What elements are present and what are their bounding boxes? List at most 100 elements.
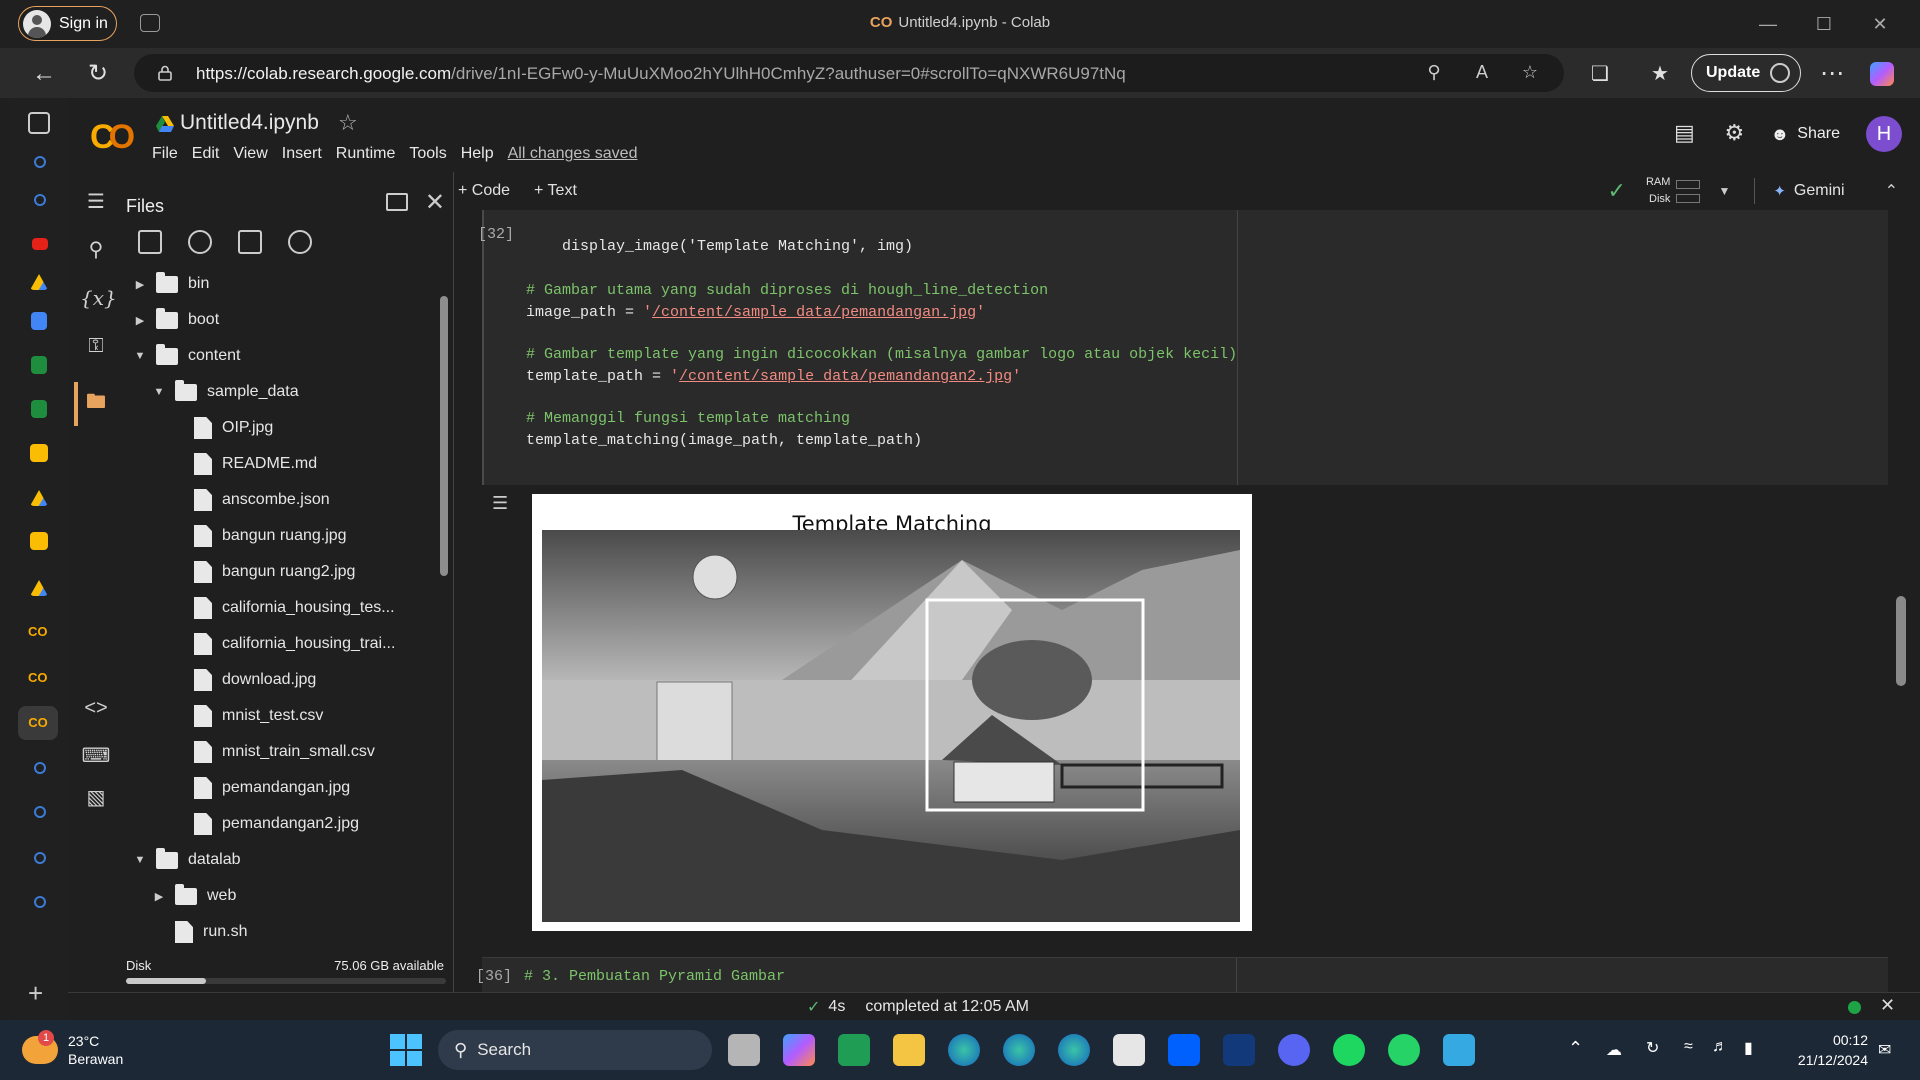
edge-dev-icon[interactable]: [1058, 1034, 1090, 1066]
file-row[interactable]: california_housing_tes...: [124, 590, 434, 626]
notebook-scrollbar[interactable]: [1896, 596, 1906, 686]
mount-drive-icon[interactable]: [238, 230, 262, 254]
open-in-tab-icon[interactable]: [386, 193, 408, 211]
account-avatar[interactable]: H: [1866, 116, 1902, 152]
secrets-key-icon[interactable]: ⚿: [80, 330, 112, 362]
upload-file-icon[interactable]: [138, 230, 162, 254]
colab-active-tab-icon[interactable]: CO: [18, 706, 58, 740]
whatsapp-icon[interactable]: [1388, 1034, 1420, 1066]
menu-help[interactable]: Help: [461, 145, 494, 163]
read-aloud-icon[interactable]: A: [1470, 62, 1494, 86]
code-editor[interactable]: [32] display_image('Template Matching', …: [478, 210, 1238, 485]
task-view-icon[interactable]: [728, 1034, 760, 1066]
share-button[interactable]: ☻ Share: [1770, 124, 1840, 145]
menu-tools[interactable]: Tools: [409, 145, 446, 163]
notification-bell-icon[interactable]: ✉: [1878, 1040, 1891, 1060]
colab-tab-icon[interactable]: CO: [28, 624, 50, 646]
caret-right-icon[interactable]: ▶: [134, 314, 146, 327]
app-icon[interactable]: [1223, 1034, 1255, 1066]
close-panel-icon[interactable]: ✕: [425, 188, 445, 217]
folder-row[interactable]: ▶ bin: [124, 266, 434, 302]
docs-tab-icon[interactable]: [31, 312, 47, 330]
folder-row[interactable]: ▶ web: [124, 878, 434, 914]
search-tab-icon[interactable]: [34, 156, 46, 168]
weather-widget[interactable]: 23°C Berawan: [22, 1030, 123, 1068]
dropbox-icon[interactable]: [1168, 1034, 1200, 1066]
close-window-button[interactable]: ✕: [1857, 10, 1903, 38]
zoom-out-icon[interactable]: ⚲: [1422, 62, 1446, 86]
copilot-icon[interactable]: [1870, 62, 1894, 86]
taskbar-clock[interactable]: 00:12 21/12/2024: [1798, 1030, 1868, 1070]
address-bar[interactable]: https://colab.research.google.com/drive/…: [134, 54, 1564, 92]
file-row[interactable]: mnist_train_small.csv: [124, 734, 434, 770]
refresh-icon[interactable]: [188, 230, 212, 254]
drive-tab-icon[interactable]: [30, 490, 48, 506]
copilot-app-icon[interactable]: [783, 1034, 815, 1066]
edge-beta-icon[interactable]: [1003, 1034, 1035, 1066]
code-snippets-icon[interactable]: <>: [80, 692, 112, 724]
folder-row[interactable]: ▼ datalab: [124, 842, 434, 878]
sheets-tab-icon[interactable]: [31, 356, 47, 374]
file-row[interactable]: download.jpg: [124, 662, 434, 698]
search-tab-icon[interactable]: [34, 762, 46, 774]
folder-row[interactable]: ▼ content: [124, 338, 434, 374]
game-app-icon[interactable]: [838, 1034, 870, 1066]
colab-tab-icon[interactable]: CO: [28, 670, 50, 692]
star-icon[interactable]: ☆: [338, 110, 358, 136]
caret-down-icon[interactable]: ▼: [134, 350, 146, 362]
youtube-tab-icon[interactable]: [32, 238, 48, 250]
discord-icon[interactable]: [1278, 1034, 1310, 1066]
file-row[interactable]: california_housing_trai...: [124, 626, 434, 662]
slides-tab-icon[interactable]: [30, 532, 48, 550]
menu-view[interactable]: View: [233, 145, 267, 163]
file-row[interactable]: run.sh: [124, 914, 434, 950]
url-text[interactable]: https://colab.research.google.com/drive/…: [196, 64, 1126, 84]
back-button[interactable]: ←: [28, 58, 60, 90]
collapse-chevron-icon[interactable]: ⌃: [1885, 181, 1898, 201]
caret-down-icon[interactable]: ▼: [134, 854, 146, 866]
file-row[interactable]: OIP.jpg: [124, 410, 434, 446]
output-actions-icon[interactable]: ☰: [492, 493, 518, 513]
notebook-title[interactable]: Untitled4.ipynb: [180, 111, 319, 135]
hide-files-icon[interactable]: [288, 230, 312, 254]
code-cell[interactable]: [36] # 3. Pembuatan Pyramid Gambar: [476, 957, 1888, 993]
menu-edit[interactable]: Edit: [192, 145, 220, 163]
search-icon[interactable]: ⚲: [80, 234, 112, 266]
comments-icon[interactable]: ▤: [1670, 120, 1698, 148]
variables-icon[interactable]: {x}: [80, 282, 117, 314]
files-folder-icon[interactable]: 🖿: [80, 386, 112, 418]
menu-insert[interactable]: Insert: [282, 145, 322, 163]
file-row[interactable]: anscombe.json: [124, 482, 434, 518]
runtime-dropdown-icon[interactable]: ▼: [1718, 184, 1730, 198]
folder-row[interactable]: ▶ boot: [124, 302, 434, 338]
onedrive-icon[interactable]: ☁: [1606, 1040, 1622, 1060]
favorite-star-icon[interactable]: ☆: [1518, 62, 1542, 86]
menu-runtime[interactable]: Runtime: [336, 145, 396, 163]
file-row[interactable]: pemandangan2.jpg: [124, 806, 434, 842]
save-status[interactable]: All changes saved: [508, 145, 638, 163]
notepad-icon[interactable]: [1443, 1034, 1475, 1066]
command-palette-icon[interactable]: ⌨: [80, 740, 112, 772]
file-row[interactable]: README.md: [124, 446, 434, 482]
caret-down-icon[interactable]: ▼: [153, 386, 165, 398]
table-of-contents-icon[interactable]: ☰: [80, 186, 112, 218]
drive-tab-icon[interactable]: [30, 580, 48, 596]
extensions-icon[interactable]: ❏: [1584, 58, 1616, 90]
file-row[interactable]: bangun ruang.jpg: [124, 518, 434, 554]
drive-tab-icon[interactable]: [30, 274, 48, 290]
spotify-icon[interactable]: [1333, 1034, 1365, 1066]
file-row[interactable]: bangun ruang2.jpg: [124, 554, 434, 590]
lock-icon[interactable]: [158, 65, 172, 81]
sheets-tab-icon[interactable]: [31, 400, 47, 418]
search-tab-icon[interactable]: [34, 852, 46, 864]
maximize-button[interactable]: ☐: [1801, 10, 1847, 38]
wifi-icon[interactable]: ≈: [1684, 1038, 1693, 1056]
search-tab-icon[interactable]: [34, 194, 46, 206]
files-scroll-thumb[interactable]: [440, 296, 448, 576]
add-text-button[interactable]: + Text: [534, 182, 577, 200]
favorites-icon[interactable]: ★: [1644, 58, 1676, 90]
edge-icon[interactable]: [948, 1034, 980, 1066]
store-icon[interactable]: [1113, 1034, 1145, 1066]
close-status-icon[interactable]: ✕: [1880, 995, 1895, 1016]
more-options-icon[interactable]: ⋯: [1816, 58, 1848, 90]
